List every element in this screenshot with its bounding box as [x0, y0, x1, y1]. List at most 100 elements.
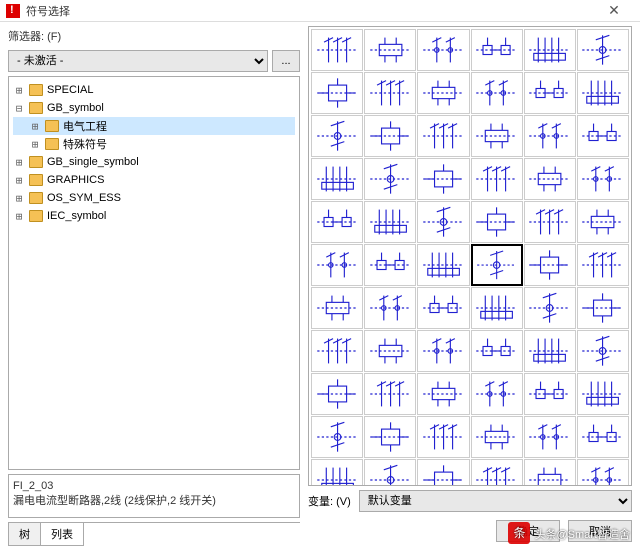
symbol-cell[interactable] [364, 115, 416, 157]
variant-select[interactable]: 默认变量 [359, 490, 632, 512]
tree-node-graphics[interactable]: ⊞ GRAPHICS [13, 171, 295, 189]
symbol-cell[interactable] [364, 330, 416, 372]
symbol-cell[interactable] [364, 416, 416, 458]
symbol-cell[interactable] [364, 459, 416, 486]
symbol-cell[interactable] [364, 244, 416, 286]
symbol-cell[interactable] [311, 416, 363, 458]
symbol-cell[interactable] [471, 201, 523, 243]
symbol-cell[interactable] [577, 287, 629, 329]
symbol-cell[interactable] [524, 29, 576, 71]
filter-select[interactable]: - 未激活 - [8, 50, 268, 72]
expander-icon[interactable]: ⊞ [13, 174, 25, 187]
symbol-cell[interactable] [577, 244, 629, 286]
symbol-cell[interactable] [311, 287, 363, 329]
symbol-cell[interactable] [577, 29, 629, 71]
symbol-cell[interactable] [364, 29, 416, 71]
symbol-cell[interactable] [577, 115, 629, 157]
symbol-cell[interactable] [471, 72, 523, 114]
symbol-cell[interactable] [524, 72, 576, 114]
symbol-cell[interactable] [417, 287, 469, 329]
symbol-cell[interactable] [577, 330, 629, 372]
tree-node--[interactable]: ⊞电气工程 [13, 117, 295, 135]
expander-icon[interactable]: ⊞ [29, 120, 41, 133]
symbol-cell[interactable] [417, 72, 469, 114]
symbol-cell[interactable] [417, 115, 469, 157]
symbol-cell[interactable] [417, 330, 469, 372]
symbol-cell[interactable] [577, 201, 629, 243]
library-tree[interactable]: ⊞SPECIAL⊟GB_symbol⊞电气工程⊞特殊符号⊞GB_single_s… [8, 76, 300, 470]
tree-label: GRAPHICS [47, 174, 104, 186]
symbol-cell[interactable] [524, 287, 576, 329]
tree-node-special[interactable]: ⊞SPECIAL [13, 81, 295, 99]
symbol-cell[interactable] [577, 459, 629, 486]
symbol-cell[interactable] [364, 287, 416, 329]
symbol-cell[interactable] [577, 416, 629, 458]
expander-icon[interactable]: ⊞ [29, 138, 41, 151]
symbol-cell[interactable] [417, 244, 469, 286]
tree-node-gb-single-symbol[interactable]: ⊞GB_single_symbol [13, 153, 295, 171]
variant-label: 变量: (V) [308, 493, 351, 509]
symbol-cell[interactable] [577, 373, 629, 415]
symbol-cell[interactable] [471, 29, 523, 71]
symbol-cell[interactable] [417, 373, 469, 415]
close-button[interactable]: ✕ [594, 0, 634, 22]
symbol-cell[interactable] [364, 72, 416, 114]
expander-icon[interactable]: ⊞ [13, 84, 25, 97]
symbol-cell[interactable] [311, 115, 363, 157]
symbol-cell[interactable] [577, 158, 629, 200]
symbol-cell[interactable] [417, 158, 469, 200]
symbol-cell[interactable] [471, 244, 523, 286]
symbol-cell[interactable] [471, 459, 523, 486]
expander-icon[interactable]: ⊞ [13, 156, 25, 169]
tree-node-iec-symbol[interactable]: ⊞ IEC_symbol [13, 207, 295, 225]
symbol-cell[interactable] [471, 373, 523, 415]
symbol-cell[interactable] [311, 330, 363, 372]
symbol-cell[interactable] [364, 201, 416, 243]
symbol-cell[interactable] [364, 158, 416, 200]
symbol-cell[interactable] [311, 158, 363, 200]
tree-node--[interactable]: ⊞ 特殊符号 [13, 135, 295, 153]
symbol-cell[interactable] [417, 201, 469, 243]
symbol-desc: 漏电电流型断路器,2线 (2线保护,2 线开关) [13, 494, 295, 509]
symbol-cell[interactable] [524, 373, 576, 415]
tab-tree[interactable]: 树 [8, 523, 41, 546]
ok-button[interactable]: 确定 [496, 520, 560, 542]
symbol-cell[interactable] [311, 459, 363, 486]
folder-icon [45, 120, 59, 132]
symbol-id: FI_2_03 [13, 479, 295, 494]
expander-icon[interactable]: ⊟ [13, 102, 25, 115]
tree-label: 特殊符号 [63, 136, 107, 152]
symbol-cell[interactable] [471, 115, 523, 157]
tree-label: IEC_symbol [47, 210, 106, 222]
symbol-cell[interactable] [311, 373, 363, 415]
symbol-cell[interactable] [471, 158, 523, 200]
tree-node-os-sym-ess[interactable]: ⊞OS_SYM_ESS [13, 189, 295, 207]
symbol-cell[interactable] [524, 459, 576, 486]
symbol-cell[interactable] [311, 244, 363, 286]
folder-icon [29, 210, 43, 222]
symbol-cell[interactable] [524, 330, 576, 372]
symbol-cell[interactable] [311, 201, 363, 243]
symbol-cell[interactable] [364, 373, 416, 415]
symbol-cell[interactable] [524, 158, 576, 200]
symbol-cell[interactable] [577, 72, 629, 114]
symbol-cell[interactable] [417, 416, 469, 458]
symbol-cell[interactable] [471, 416, 523, 458]
symbol-cell[interactable] [524, 201, 576, 243]
symbol-cell[interactable] [417, 29, 469, 71]
symbol-cell[interactable] [311, 29, 363, 71]
symbol-cell[interactable] [417, 459, 469, 486]
filter-browse-button[interactable]: ... [272, 50, 300, 72]
expander-icon[interactable]: ⊞ [13, 210, 25, 223]
tab-list[interactable]: 列表 [40, 523, 84, 546]
cancel-button[interactable]: 取消 [568, 520, 632, 542]
symbol-cell[interactable] [471, 330, 523, 372]
symbol-cell[interactable] [524, 115, 576, 157]
expander-icon[interactable]: ⊞ [13, 192, 25, 205]
symbol-cell[interactable] [524, 244, 576, 286]
symbol-cell[interactable] [311, 72, 363, 114]
symbol-cell[interactable] [524, 416, 576, 458]
tree-node-gb-symbol[interactable]: ⊟GB_symbol [13, 99, 295, 117]
symbol-cell[interactable] [471, 287, 523, 329]
symbol-grid[interactable] [308, 26, 632, 486]
